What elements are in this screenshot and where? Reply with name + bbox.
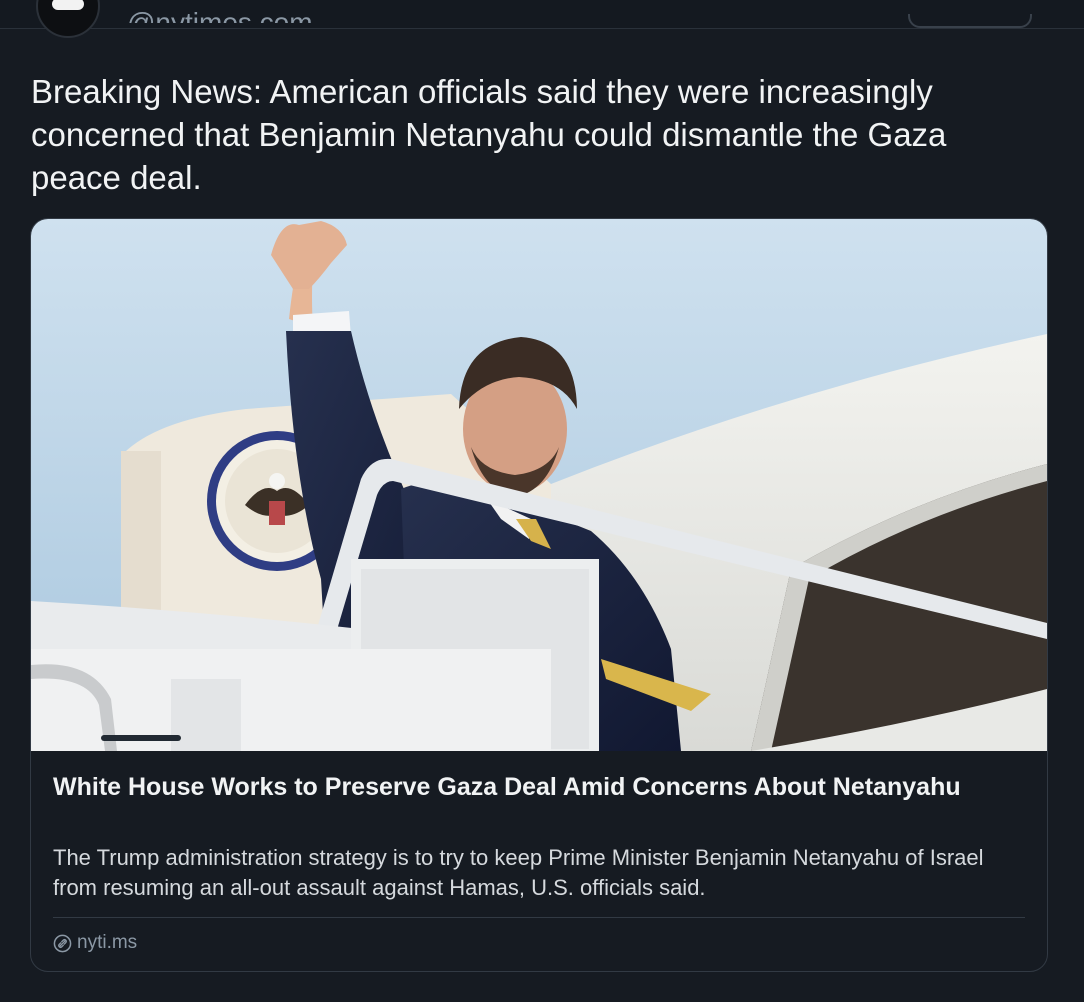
post-header: @nytimes.com bbox=[0, 0, 1084, 38]
link-icon bbox=[53, 934, 72, 952]
avatar[interactable] bbox=[36, 0, 100, 38]
post-container: @nytimes.com Breaking News: American off… bbox=[0, 0, 1084, 1002]
card-description: The Trump administration strategy is to … bbox=[53, 845, 984, 900]
card-title[interactable]: White House Works to Preserve Gaza Deal … bbox=[53, 769, 1013, 805]
card-divider bbox=[53, 917, 1025, 918]
article-image[interactable] bbox=[31, 219, 1047, 751]
card-domain[interactable]: nyti.ms bbox=[53, 931, 137, 955]
follow-button[interactable] bbox=[908, 14, 1032, 28]
card-domain-label: nyti.ms bbox=[77, 932, 138, 953]
author-handle[interactable]: @nytimes.com bbox=[127, 9, 313, 23]
post-text: Breaking News: American officials said t… bbox=[31, 73, 947, 196]
link-preview-card[interactable]: White House Works to Preserve Gaza Deal … bbox=[30, 218, 1048, 972]
